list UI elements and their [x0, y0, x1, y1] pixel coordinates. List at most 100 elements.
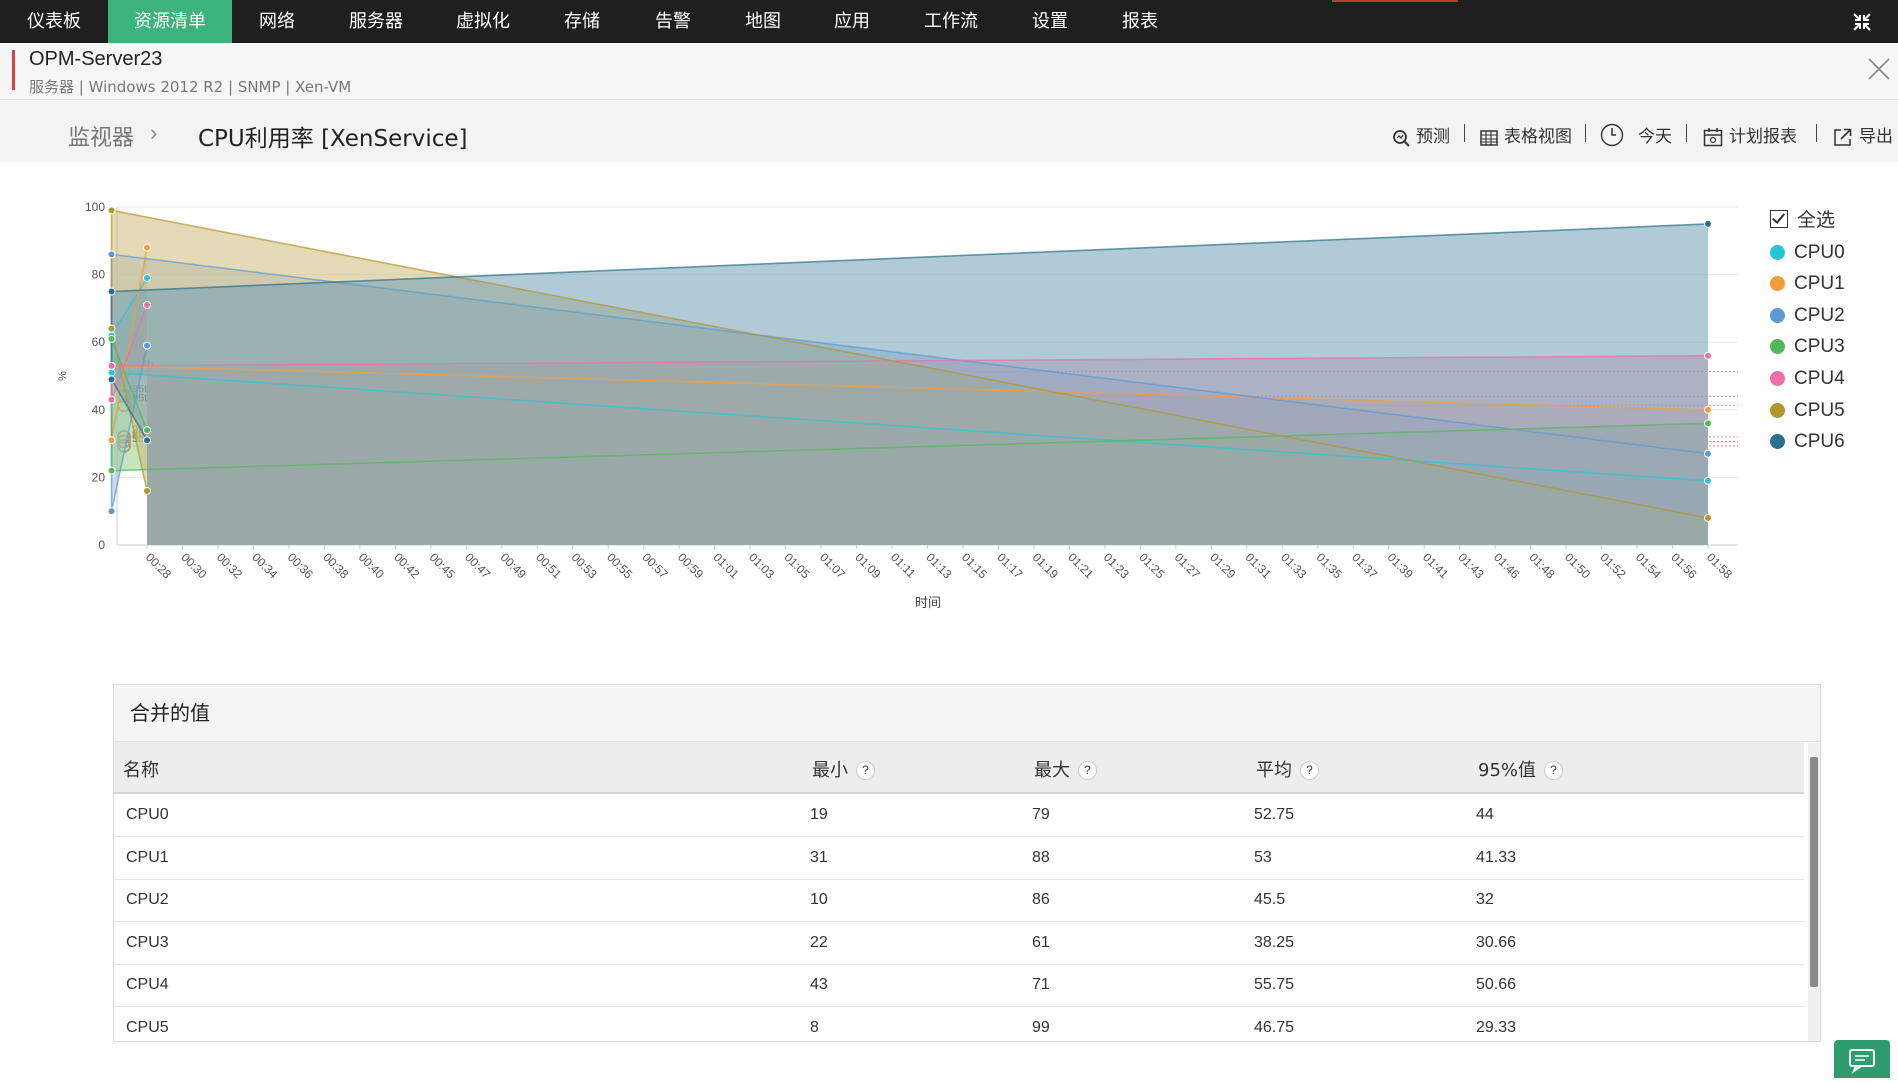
nav-reports[interactable]: 报表	[1094, 0, 1186, 43]
legend-item-label: CPU1	[1794, 273, 1845, 295]
nav-inventory[interactable]: 资源清单	[108, 0, 232, 43]
nav-settings[interactable]: 设置	[1006, 0, 1094, 43]
legend-item[interactable]: CPU6	[1770, 429, 1845, 461]
chart-legend: 全选 CPU0 CPU1 CPU2 CPU3 CPU4 CPU5 CPU6	[1770, 208, 1845, 461]
data-point-cpu2	[143, 341, 151, 350]
legend-item[interactable]: CPU3	[1770, 334, 1845, 366]
nav-storage[interactable]: 存储	[536, 0, 628, 43]
col-min-header[interactable]: 最小?	[812, 756, 875, 782]
data-point-cpu3	[1704, 419, 1712, 428]
x-tick-label: 01:19	[1030, 550, 1061, 581]
table-scrollbar[interactable]	[1808, 743, 1820, 1041]
period-label: 今天	[1638, 127, 1672, 147]
x-tick-label: 01:15	[959, 550, 990, 581]
x-tick-label: 01:58	[1704, 550, 1735, 581]
help-icon[interactable]: ?	[1300, 761, 1319, 780]
legend-item[interactable]: CPU1	[1770, 271, 1845, 303]
col-name-header[interactable]: 名称	[123, 756, 159, 782]
data-point-cpu5	[1704, 513, 1712, 522]
checkbox-icon[interactable]	[1770, 210, 1788, 228]
cell-name: CPU5	[126, 1018, 169, 1036]
forecast-button[interactable]: 预测	[1392, 122, 1450, 147]
nav-alarms[interactable]: 告警	[628, 0, 718, 43]
col-p95-header[interactable]: 95%值?	[1478, 756, 1564, 782]
cell-min: 10	[810, 891, 828, 908]
x-tick-label: 00:53	[569, 550, 600, 581]
x-tick-label: 01:52	[1597, 550, 1628, 581]
table-header: 名称 最小? 最大? 平均? 95%值?	[114, 742, 1804, 794]
nav-apps[interactable]: 应用	[808, 0, 896, 43]
device-name: OPM-Server23	[29, 48, 163, 70]
legend-item-label: CPU3	[1794, 336, 1845, 358]
x-tick-label: 00:42	[391, 550, 422, 581]
period-button[interactable]: 今天	[1600, 122, 1672, 147]
cell-min: 31	[810, 848, 828, 866]
nav-dashboard[interactable]: 仪表板	[0, 0, 108, 43]
legend-item[interactable]: CPU2	[1770, 303, 1845, 335]
data-point-cpu5	[107, 206, 116, 215]
legend-item[interactable]: CPU5	[1770, 398, 1845, 430]
help-icon[interactable]: ?	[1544, 761, 1564, 780]
x-tick-label: 01:11	[888, 550, 919, 581]
nav-network[interactable]: 网络	[232, 0, 322, 43]
x-tick-label: 01:48	[1526, 550, 1557, 581]
data-point-cpu4	[107, 395, 116, 404]
x-tick-label: 01:56	[1668, 550, 1699, 581]
x-tick-label: 01:33	[1278, 550, 1309, 581]
cell-max: 79	[1032, 806, 1050, 823]
cell-min: 22	[810, 933, 828, 951]
legend-item[interactable]: CPU0	[1770, 240, 1845, 272]
table-view-button[interactable]: 表格视图	[1480, 122, 1572, 147]
legend-select-all[interactable]: 全选	[1770, 208, 1845, 240]
collapse-icon[interactable]	[1852, 12, 1872, 32]
cell-min: 19	[810, 806, 828, 823]
cell-max: 86	[1032, 891, 1050, 908]
toolbar-divider	[1816, 124, 1817, 142]
cell-avg: 55.75	[1254, 976, 1295, 993]
data-point-cpu1	[143, 243, 151, 252]
y-tick-label: 40	[92, 403, 106, 417]
legend-item-label: CPU2	[1794, 304, 1845, 326]
nav-virtualization[interactable]: 虚拟化	[430, 0, 536, 43]
y-tick-label: 60	[92, 335, 106, 349]
cell-p95: 30.66	[1476, 933, 1517, 951]
cell-avg: 45.5	[1254, 891, 1286, 908]
scrollbar-thumb[interactable]	[1810, 757, 1818, 987]
table-row[interactable]: CPU2 10 86 45.5 32	[114, 879, 1804, 922]
col-avg-header[interactable]: 平均?	[1256, 756, 1319, 782]
legend-item-label: CPU6	[1794, 431, 1845, 453]
table-row[interactable]: CPU3 22 61 38.25 30.66	[114, 922, 1804, 965]
table-row[interactable]: CPU1 31 88 53 41.33	[114, 837, 1804, 880]
x-tick-label: 01:43	[1456, 550, 1487, 581]
x-tick-label: 00:28	[143, 550, 174, 581]
help-icon[interactable]: ?	[1078, 761, 1097, 780]
legend-item[interactable]: CPU4	[1770, 366, 1845, 398]
help-icon[interactable]: ?	[856, 761, 875, 780]
chat-button[interactable]	[1834, 1040, 1890, 1078]
panel-title: 合并的值	[114, 685, 1820, 742]
nav-servers[interactable]: 服务器	[322, 0, 430, 43]
nav-workflow[interactable]: 工作流	[896, 0, 1006, 43]
x-tick-label: 00:51	[533, 550, 564, 581]
table-row[interactable]: CPU4 43 71 55.75 50.66	[114, 964, 1804, 1007]
export-button[interactable]: 导出	[1833, 122, 1893, 147]
device-header: OPM-Server23 服务器 | Windows 2012 R2 | SNM…	[0, 43, 1898, 100]
table-row[interactable]: CPU5 8 99 46.75 29.33	[114, 1007, 1804, 1042]
nav-maps[interactable]: 地图	[718, 0, 808, 43]
cpu-utilization-chart: 0 20 40 60 80 100% 00:28 00:30 00:32 00:34 00:36 00…	[0, 170, 1898, 630]
schedule-report-button[interactable]: 计划报表	[1703, 122, 1797, 147]
y-axis-label: %	[57, 371, 69, 381]
cell-avg: 38.25	[1254, 933, 1295, 951]
data-point-cpu0	[143, 273, 151, 282]
x-tick-label: 01:03	[746, 550, 777, 581]
col-min-label: 最小	[812, 760, 848, 781]
x-tick-label: 00:45	[427, 550, 458, 581]
col-max-header[interactable]: 最大?	[1034, 756, 1097, 782]
table-row[interactable]: CPU0 19 79 52.75 44	[114, 794, 1804, 837]
data-point-cpu4	[1704, 351, 1712, 360]
y-tick-label: 80	[92, 268, 106, 282]
x-tick-label: 01:50	[1562, 550, 1593, 581]
breadcrumb-parent[interactable]: 监视器	[68, 120, 134, 152]
close-icon[interactable]	[1866, 56, 1892, 82]
x-tick-label: 01:41	[1420, 550, 1451, 581]
